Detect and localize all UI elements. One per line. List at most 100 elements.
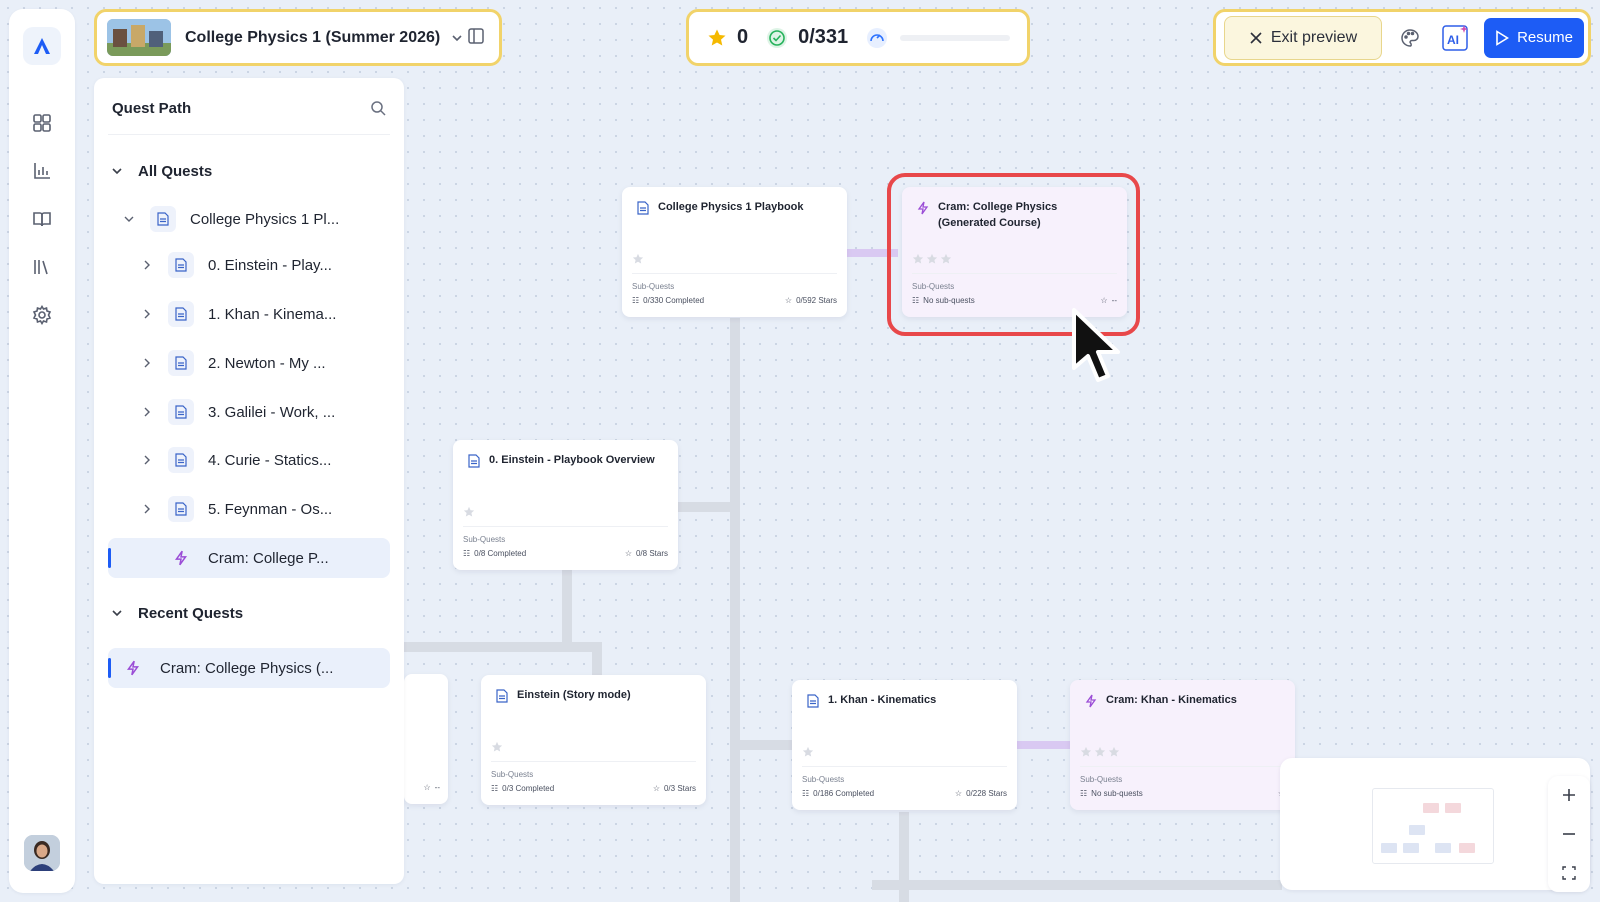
path-connector: [872, 880, 1282, 890]
tree-item-label: 1. Khan - Kinema...: [208, 305, 337, 323]
dashboard-icon[interactable]: [26, 107, 58, 139]
star-icon: [707, 28, 727, 48]
document-icon: [168, 252, 194, 278]
analytics-icon[interactable]: [26, 155, 58, 187]
chevron-down-icon[interactable]: [450, 31, 464, 45]
tree-item-curie[interactable]: 4. Curie - Statics...: [108, 440, 390, 480]
recent-item-cram-college[interactable]: Cram: College Physics (...: [108, 648, 390, 688]
card-sub-label: Sub-Quests: [463, 535, 506, 544]
library-icon[interactable]: [26, 251, 58, 283]
quest-card-einstein-story[interactable]: Einstein (Story mode) Sub-Quests ☷ 0/3 Co…: [481, 675, 706, 805]
course-selector-bar: College Physics 1 (Summer 2026): [94, 9, 502, 66]
card-stars: ☆ 0/3 Stars: [652, 784, 696, 793]
section-title: Recent Quests: [138, 604, 244, 622]
card-sub-label: Sub-Quests: [802, 775, 845, 784]
card-completed: ☷ 0/8 Completed: [463, 549, 527, 558]
book-open-icon[interactable]: [26, 203, 58, 235]
cram-connector: [1014, 741, 1070, 749]
quest-card-playbook[interactable]: College Physics 1 Playbook Sub-Quests ☷ 0…: [622, 187, 847, 317]
minimap[interactable]: [1280, 758, 1590, 890]
tree-item-label: 5. Feynman - Os...: [208, 500, 333, 518]
star-outline-icon: ☆: [652, 784, 660, 793]
quest-card-cram-khan[interactable]: Cram: Khan - Kinematics Sub-Quests ☷ No s…: [1070, 680, 1295, 810]
lightning-icon: [120, 655, 146, 681]
panel-title: Quest Path: [112, 100, 192, 117]
user-avatar[interactable]: [24, 835, 60, 871]
tree-item-cram-college[interactable]: Cram: College P...: [108, 538, 390, 578]
list-icon: ☷: [632, 296, 640, 305]
exit-preview-button[interactable]: Exit preview: [1224, 15, 1382, 60]
card-rating: [802, 746, 814, 758]
preview-actions-bar: Exit preview AI Resume: [1213, 9, 1591, 66]
play-icon: [1496, 29, 1510, 46]
resume-label: Resume: [1517, 29, 1573, 46]
settings-gear-icon[interactable]: [26, 299, 58, 331]
card-sub-label: Sub-Quests: [491, 770, 534, 779]
star-outline-icon: ☆: [954, 789, 963, 798]
card-completed: ☷ 0/3 Completed: [491, 784, 555, 793]
lightning-icon: [168, 545, 194, 571]
card-title: College Physics 1 Playbook: [658, 201, 804, 213]
quest-path-panel: Quest Path All Quests College Physics 1 …: [94, 78, 404, 884]
course-title[interactable]: College Physics 1 (Summer 2026): [185, 29, 440, 47]
zoom-out-icon[interactable]: [1548, 815, 1590, 853]
ai-assistant-button[interactable]: AI: [1438, 20, 1474, 56]
card-sub-label: Sub-Quests: [632, 282, 675, 291]
tree-item-galilei[interactable]: 3. Galilei - Work, ...: [108, 392, 390, 432]
tree-item-feynman[interactable]: 5. Feynman - Os...: [108, 489, 390, 529]
chevron-right-icon: [138, 259, 156, 271]
completed-count: 0/331: [798, 26, 849, 48]
tree-item-einstein[interactable]: 0. Einstein - Play...: [108, 245, 390, 285]
mouse-pointer-icon: [1070, 306, 1132, 384]
path-connector: [730, 318, 740, 902]
exit-preview-label: Exit preview: [1270, 28, 1358, 46]
path-connector: [592, 642, 602, 676]
fit-screen-icon[interactable]: [1548, 854, 1590, 892]
tree-item-label: 4. Curie - Statics...: [208, 451, 332, 469]
card-stars: ☆ 0/592 Stars: [784, 296, 837, 305]
zoom-in-icon[interactable]: [1548, 776, 1590, 814]
tree-item-label: 0. Einstein - Play...: [208, 256, 332, 274]
section-recent-quests[interactable]: Recent Quests: [108, 593, 390, 633]
quest-card-einstein-overview[interactable]: 0. Einstein - Playbook Overview Sub-Ques…: [453, 440, 678, 570]
document-icon: [168, 350, 194, 376]
document-icon: [168, 301, 194, 327]
card-sub-label: Sub-Quests: [1080, 775, 1123, 784]
resume-button[interactable]: Resume: [1484, 17, 1584, 58]
tree-item-khan[interactable]: 1. Khan - Kinema...: [108, 294, 390, 334]
minimap-viewport[interactable]: [1372, 788, 1494, 864]
chevron-right-icon: [138, 503, 156, 515]
card-rating: [632, 253, 644, 265]
star-outline-icon: ☆: [423, 783, 431, 792]
document-icon: [168, 399, 194, 425]
quest-card-khan-kinematics[interactable]: 1. Khan - Kinematics Sub-Quests ☷ 0/186 C…: [792, 680, 1017, 810]
star-outline-icon: ☆: [624, 549, 632, 558]
toggle-sidebar-icon[interactable]: [467, 27, 485, 45]
document-icon: [634, 199, 652, 217]
app-logo-icon[interactable]: [23, 27, 61, 65]
progress-bar: [900, 34, 1011, 41]
document-icon: [168, 496, 194, 522]
path-connector: [404, 642, 600, 652]
tree-item-newton[interactable]: 2. Newton - My ...: [108, 343, 390, 383]
palette-icon[interactable]: [1392, 20, 1428, 56]
card-stars: ☆ --: [423, 783, 441, 792]
document-icon: [168, 447, 194, 473]
search-icon[interactable]: [370, 100, 386, 116]
chevron-right-icon: [138, 454, 156, 466]
document-icon: [465, 452, 483, 470]
lightning-icon: [1082, 692, 1100, 710]
quest-card-partial[interactable]: ☆ --: [404, 674, 448, 804]
path-connector: [562, 570, 572, 642]
chevron-right-icon: [138, 357, 156, 369]
stars-count: 0: [737, 26, 749, 48]
list-icon: ☷: [802, 789, 810, 798]
section-all-quests[interactable]: All Quests: [108, 151, 390, 191]
list-icon: ☷: [463, 549, 471, 558]
card-stars: ☆ 0/228 Stars: [954, 789, 1007, 798]
tree-item-playbook[interactable]: College Physics 1 Pl...: [108, 199, 390, 239]
list-icon: ☷: [491, 784, 499, 793]
course-thumbnail: [107, 19, 171, 56]
card-completed: ☷ No sub-quests: [1080, 789, 1143, 798]
app-rail: [9, 9, 75, 893]
